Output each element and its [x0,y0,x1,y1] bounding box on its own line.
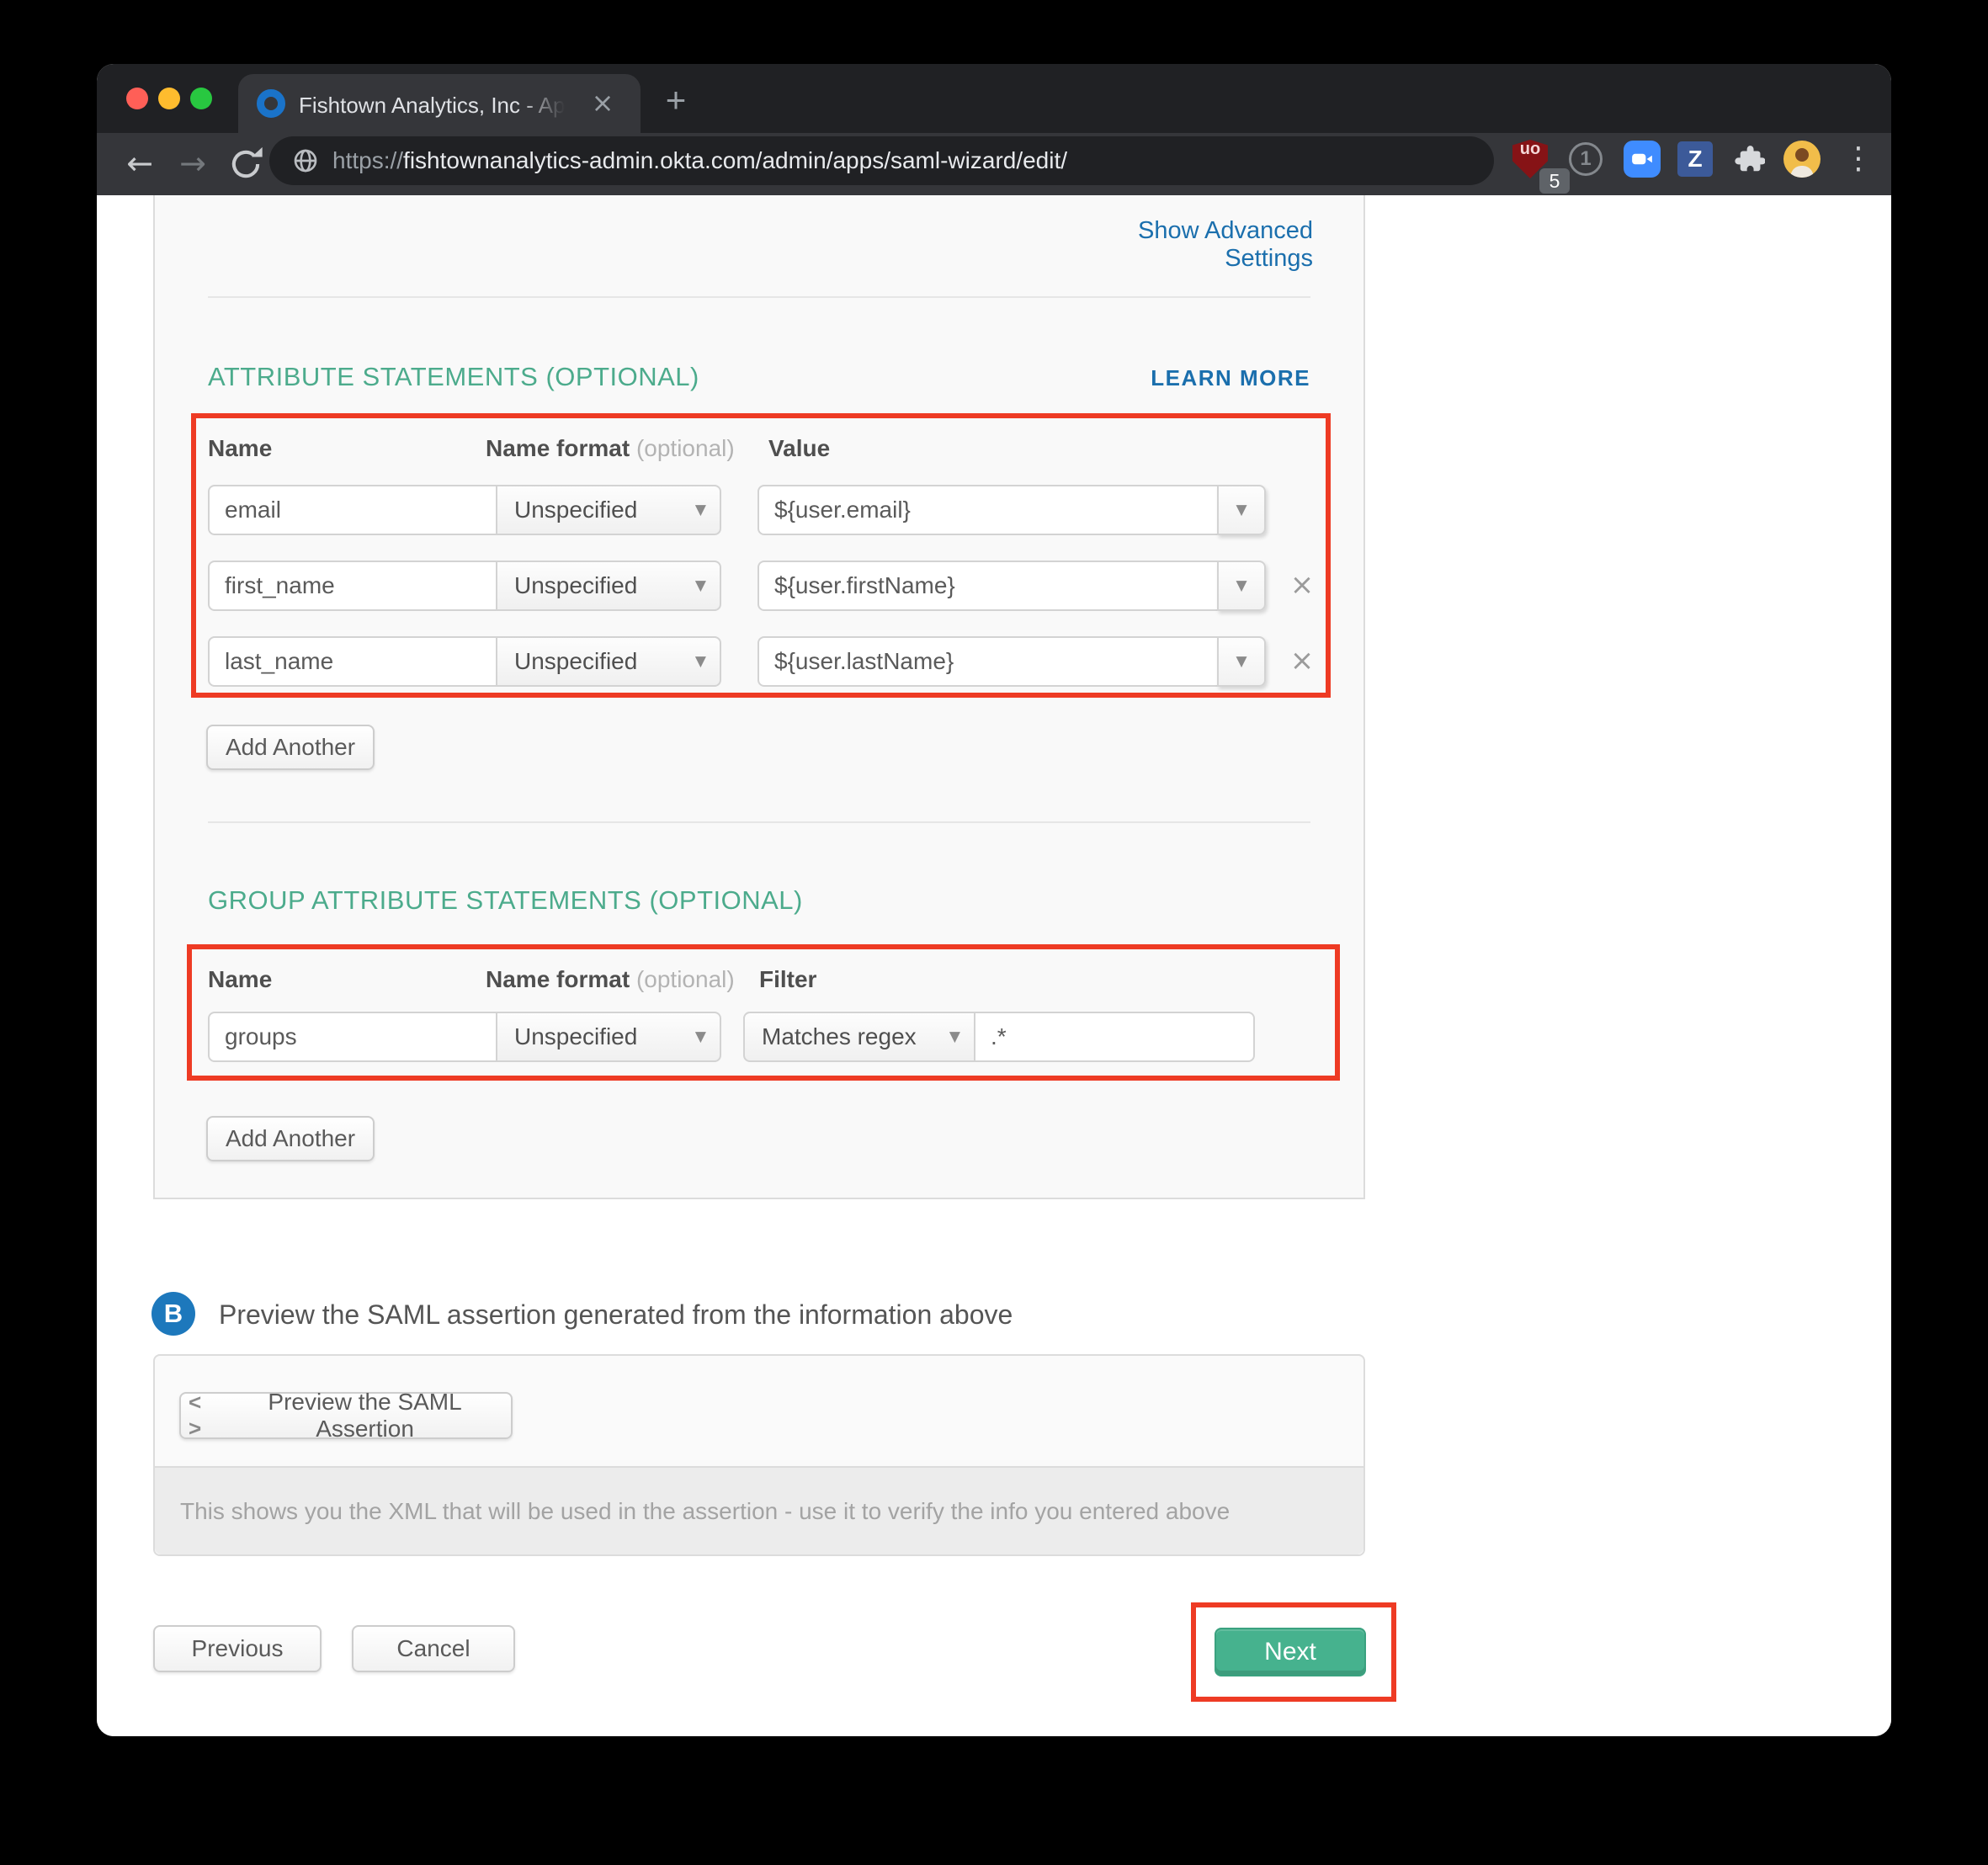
add-another-group-attribute-button[interactable]: Add Another [206,1116,375,1161]
reload-icon[interactable] [227,146,264,183]
name-format-label: Name format [486,966,630,992]
chevron-down-icon: ▼ [695,1028,706,1045]
divider [208,296,1310,298]
preview-section-heading: Preview the SAML assertion generated fro… [219,1299,1013,1331]
attr-name-format-select[interactable]: Unspecified ▼ [496,485,721,535]
kebab-dots: ⋮ [1843,141,1874,178]
group-name-format-select[interactable]: Unspecified ▼ [496,1012,721,1062]
attr-name-input[interactable] [208,636,497,687]
next-button[interactable]: Next [1215,1628,1366,1676]
z-extension-icon[interactable]: Z [1677,141,1714,178]
chevron-down-icon: ▼ [695,577,706,594]
url-domain-path: fishtownanalytics-admin.okta.com/admin/a… [403,147,1067,173]
step-b-badge: B [151,1292,195,1336]
group-name-input[interactable] [208,1012,497,1062]
show-advanced-settings-link[interactable]: Show Advanced Settings [1060,217,1313,273]
group-filter-type-select[interactable]: Matches regex ▼ [743,1012,975,1062]
browser-window: Fishtown Analytics, Inc - Applic × + ← →… [97,64,1891,1736]
extensions-puzzle-icon[interactable] [1730,141,1767,178]
attr-value-dropdown-button[interactable]: ▼ [1217,636,1266,687]
chevron-down-icon: ▼ [1236,502,1246,518]
column-header-filter: Filter [759,966,816,993]
preview-assertion-box: < > Preview the SAML Assertion This show… [153,1354,1365,1556]
profile-avatar[interactable] [1783,141,1821,178]
optional-label: (optional) [636,966,735,992]
column-header-name: Name [208,966,272,993]
learn-more-link[interactable]: LEARN MORE [1058,365,1310,391]
selected-format: Unspecified [514,497,637,523]
attr-value-dropdown-button[interactable]: ▼ [1217,485,1266,535]
chevron-down-icon: ▼ [949,1028,960,1045]
forward-icon[interactable]: → [171,141,215,185]
attr-value-input[interactable] [757,485,1219,535]
attr-name-format-select[interactable]: Unspecified ▼ [496,636,721,687]
tab-title-fade [518,89,577,123]
one-password-icon: 1 [1569,142,1603,176]
close-tab-icon[interactable]: × [587,88,618,118]
chevron-down-icon: ▼ [1236,653,1246,670]
new-tab-button[interactable]: + [656,81,696,121]
preview-button-label: Preview the SAML Assertion [219,1389,511,1443]
remove-row-icon[interactable]: × [1285,636,1319,687]
preview-saml-assertion-button[interactable]: < > Preview the SAML Assertion [179,1392,513,1439]
attr-value-dropdown-button[interactable]: ▼ [1217,561,1266,611]
group-filter-value-input[interactable] [974,1012,1255,1062]
remove-row-icon[interactable]: × [1285,561,1319,611]
browser-menu-icon[interactable]: ⋮ [1840,141,1877,178]
chevron-down-icon: ▼ [695,502,706,518]
z-letter-icon: Z [1677,141,1713,177]
video-camera-icon [1624,141,1661,178]
okta-favicon-icon [257,89,285,118]
url-text[interactable]: https://fishtownanalytics-admin.okta.com… [332,146,1067,176]
zoom-extension-icon[interactable] [1624,141,1661,178]
name-format-label: Name format [486,435,630,461]
selected-format: Unspecified [514,572,637,599]
traffic-light-zoom[interactable] [190,88,212,109]
add-another-attribute-button[interactable]: Add Another [206,725,375,770]
ublock-badge: 5 [1538,167,1571,195]
traffic-light-minimize[interactable] [158,88,180,109]
attr-value-input[interactable] [757,561,1219,611]
selected-format: Unspecified [514,648,637,675]
attr-value-input[interactable] [757,636,1219,687]
code-brackets-icon: < > [181,1389,207,1442]
one-password-digit: 1 [1580,147,1591,171]
site-info-globe-icon[interactable] [292,147,319,174]
divider [208,821,1310,823]
selected-filter-type: Matches regex [762,1023,917,1050]
column-header-value: Value [768,435,830,462]
password-manager-extension-icon[interactable]: 1 [1567,141,1604,178]
preview-note: This shows you the XML that will be used… [155,1466,1363,1554]
cancel-button[interactable]: Cancel [352,1625,515,1672]
group-attribute-statements-heading: GROUP ATTRIBUTE STATEMENTS (OPTIONAL) [208,885,803,916]
optional-label: (optional) [636,435,735,461]
previous-button[interactable]: Previous [153,1625,322,1672]
back-icon[interactable]: ← [118,141,162,185]
traffic-light-close[interactable] [126,88,148,109]
attribute-statements-heading: ATTRIBUTE STATEMENTS (OPTIONAL) [208,362,699,392]
column-header-name-format: Name format (optional) [486,966,735,993]
column-header-name: Name [208,435,272,462]
chevron-down-icon: ▼ [1236,577,1246,594]
column-header-name-format: Name format (optional) [486,435,735,462]
attr-name-input[interactable] [208,561,497,611]
avatar-icon [1783,141,1821,178]
attr-name-format-select[interactable]: Unspecified ▼ [496,561,721,611]
page-content: Show Advanced Settings ATTRIBUTE STATEME… [97,195,1891,1736]
attr-name-input[interactable] [208,485,497,535]
url-scheme: https:// [332,147,403,173]
screenshot-background: Fishtown Analytics, Inc - Applic × + ← →… [0,0,1988,1865]
chevron-down-icon: ▼ [695,653,706,670]
selected-format: Unspecified [514,1023,637,1050]
